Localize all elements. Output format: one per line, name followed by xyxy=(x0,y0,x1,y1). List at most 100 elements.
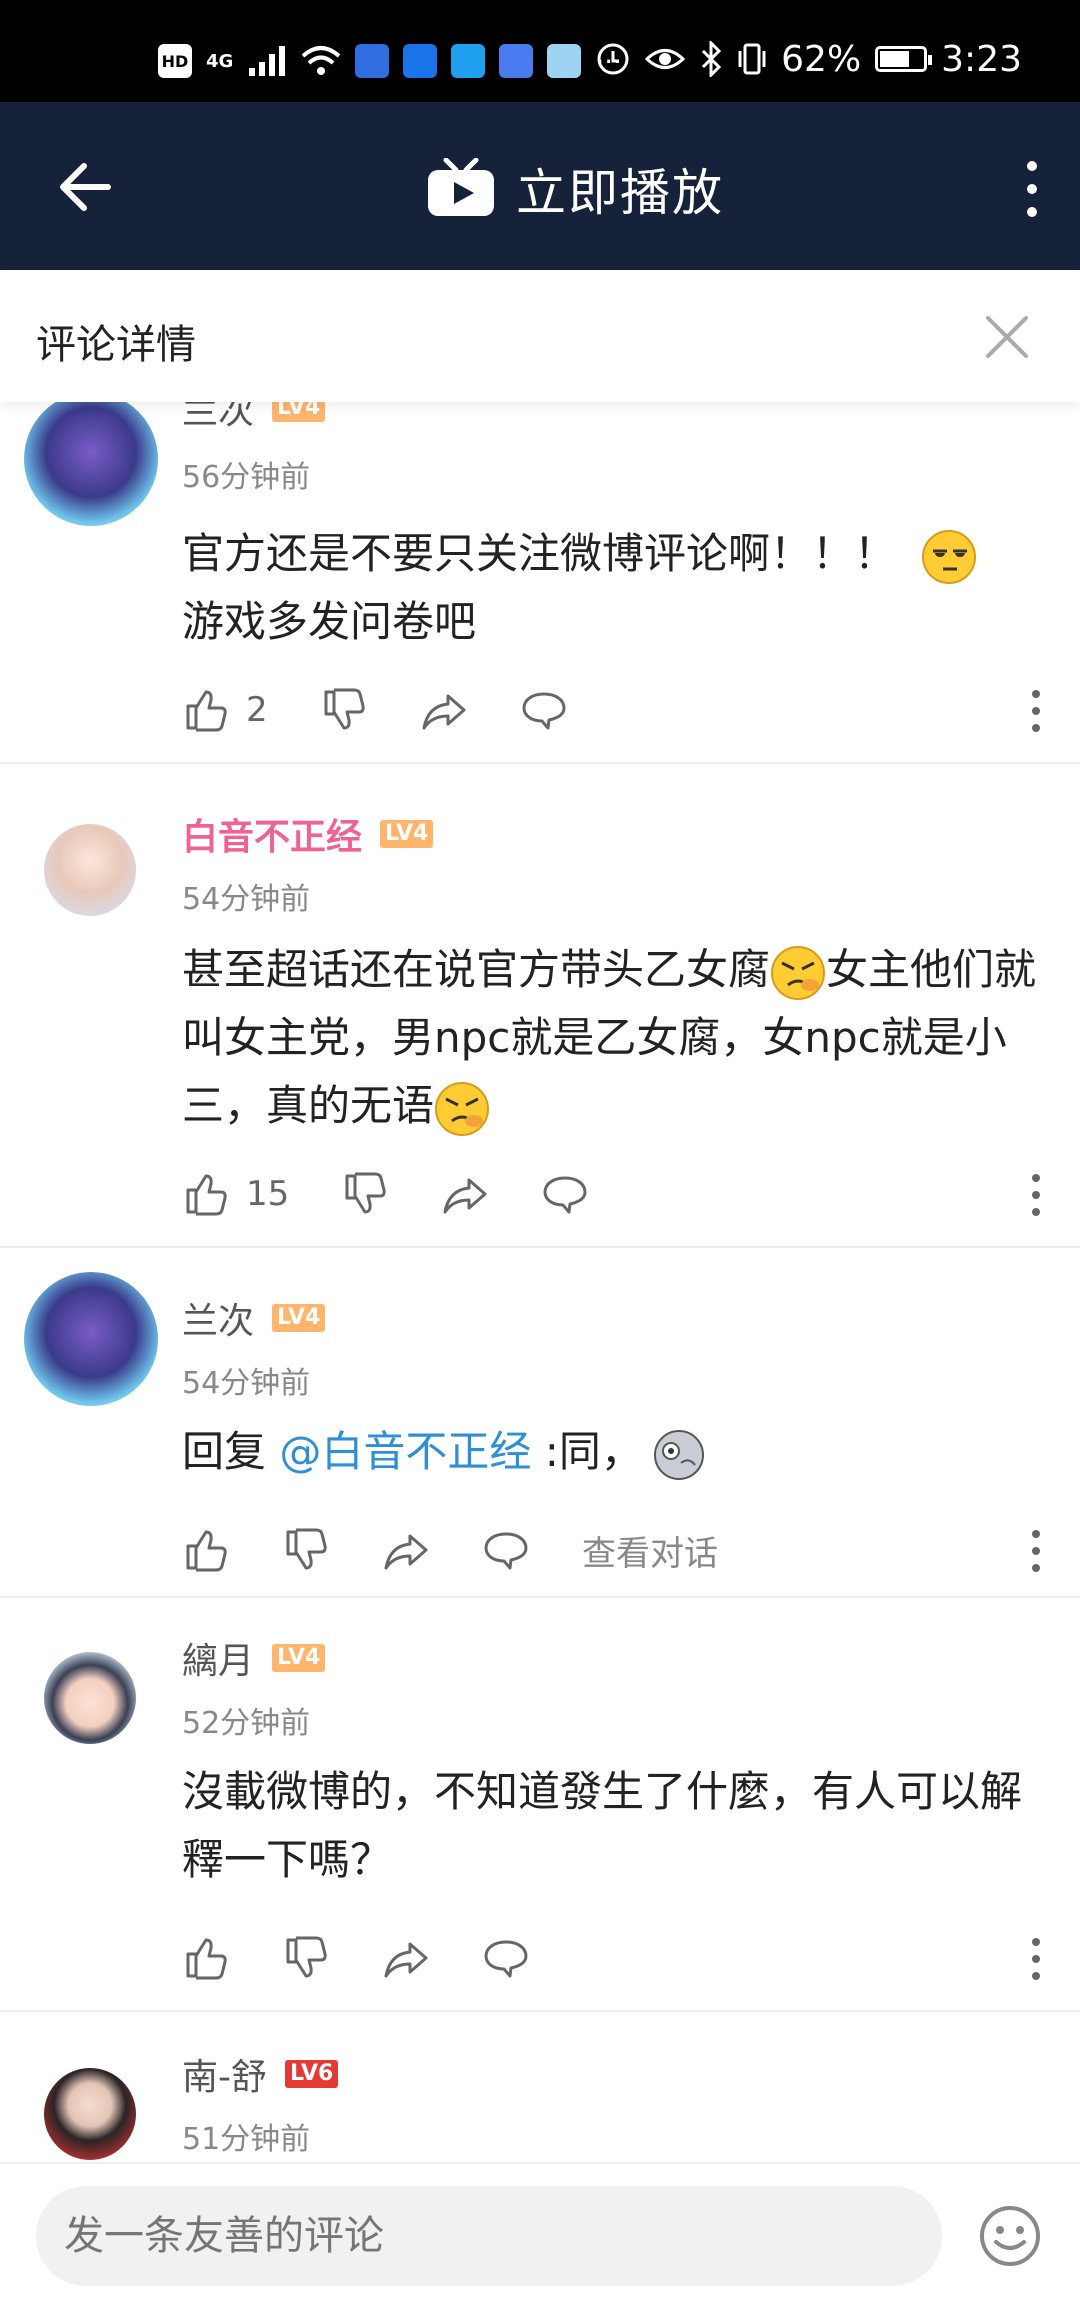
thumb-up-icon xyxy=(186,1938,227,1980)
share-arrow-icon xyxy=(443,1178,487,1214)
more-vertical-icon[interactable] xyxy=(1026,1934,1046,1984)
username[interactable]: 白音不正经 xyxy=(182,808,362,860)
emoji-picker-icon[interactable] xyxy=(978,2204,1042,2268)
eye-comfort-icon xyxy=(645,49,686,69)
more-vertical-icon[interactable] xyxy=(1012,154,1052,224)
nav-title: 立即播放 xyxy=(516,164,724,222)
hd-indicator: HD xyxy=(158,44,192,78)
thumb-up-icon xyxy=(186,1174,227,1216)
username[interactable]: 南-舒 xyxy=(182,2048,267,2100)
level-badge: LV6 xyxy=(285,2060,339,2088)
comment-actions xyxy=(182,1928,1042,1988)
level-badge: LV4 xyxy=(272,1644,326,1672)
comment-detail-header: 评论详情 xyxy=(0,270,1080,402)
more-vertical-icon[interactable] xyxy=(1026,1170,1046,1220)
username[interactable]: 縭月 xyxy=(182,1632,254,1684)
like-count: 15 xyxy=(246,1174,290,1214)
avatar[interactable] xyxy=(24,1272,158,1406)
bluetooth-icon xyxy=(702,41,722,77)
username-row: 兰次 LV4 xyxy=(182,402,326,434)
share-button[interactable] xyxy=(441,1170,489,1218)
dislike-button[interactable] xyxy=(282,1934,330,1982)
like-button[interactable]: 15 xyxy=(182,1170,289,1218)
comment-text: 甚至超话还在说官方带头乙女腐 女主他们就叫女主党，男npc就是乙女腐，女npc就是… xyxy=(182,936,1042,1140)
avatar[interactable] xyxy=(44,2068,136,2160)
angry-emoji-icon xyxy=(771,945,826,1000)
reply-button[interactable] xyxy=(482,1934,530,1982)
chat-bubble-icon xyxy=(522,692,566,730)
unused-13 xyxy=(182,1418,1042,1478)
thumb-up-icon xyxy=(186,1530,227,1572)
username-row: 南-舒 LV6 xyxy=(182,2048,339,2100)
comment-text: 官方还是不要只关注微博评论啊！！！ 游戏多发问卷吧 xyxy=(182,520,1042,656)
more-vertical-icon[interactable] xyxy=(1026,1526,1046,1576)
close-icon[interactable] xyxy=(984,314,1030,360)
more-vertical-icon[interactable] xyxy=(1026,686,1046,736)
back-arrow-icon[interactable] xyxy=(52,152,122,222)
comment-time: 56分钟前 xyxy=(182,460,311,495)
thumb-down-icon xyxy=(286,1528,327,1570)
like-button[interactable] xyxy=(182,1526,230,1574)
shield-app-icon xyxy=(403,44,438,78)
thumb-down-icon xyxy=(345,1172,386,1214)
share-button[interactable] xyxy=(382,1934,430,1982)
thumb-up-icon xyxy=(186,690,227,732)
divider xyxy=(0,1596,1080,1598)
avatar[interactable] xyxy=(44,824,136,916)
like-button[interactable]: 2 xyxy=(182,686,268,734)
divider xyxy=(0,2010,1080,2012)
dislike-button[interactable] xyxy=(320,686,368,734)
vibrate-icon xyxy=(738,43,766,75)
like-count: 2 xyxy=(246,690,268,730)
top-nav-bar: 立即播放 xyxy=(0,102,1080,270)
comment-text: 沒載微博的，不知道發生了什麼，有人可以解釋一下嗎？ xyxy=(182,1767,1023,1884)
reply-button[interactable] xyxy=(520,686,568,734)
comment-time: 54分钟前 xyxy=(182,882,311,917)
chat-bubble-icon xyxy=(484,1940,528,1978)
share-button[interactable] xyxy=(420,686,468,734)
angry-emoji-icon xyxy=(435,1081,490,1136)
dislike-button[interactable] xyxy=(341,1170,389,1218)
dislike-button[interactable] xyxy=(282,1526,330,1574)
signal-icon xyxy=(249,46,286,76)
divider xyxy=(0,762,1080,764)
username[interactable]: 兰次 xyxy=(182,1292,254,1344)
divider xyxy=(0,1246,1080,1248)
comment-list[interactable]: 兰次 LV4 56分钟前 官方还是不要只关注微博评论啊！！！ 游戏多发问卷吧 2 xyxy=(0,402,1080,2162)
avatar[interactable] xyxy=(44,1652,136,1744)
comment-time: 52分钟前 xyxy=(182,1706,311,1741)
chat-bubble-icon xyxy=(543,1176,587,1214)
status-bar: HD 4G ··· 62% 3:23 xyxy=(0,0,1080,102)
comment-time: 51分钟前 xyxy=(182,2122,311,2157)
chat-app-icon xyxy=(547,44,582,78)
thumb-down-icon xyxy=(286,1936,327,1978)
thumb-down-icon xyxy=(324,688,365,730)
smirk-emoji-icon xyxy=(922,529,977,584)
battery-percent: 62% xyxy=(781,38,862,80)
music-app-icon xyxy=(499,44,534,78)
like-button[interactable] xyxy=(182,1934,230,1982)
username-row: 白音不正经 LV4 xyxy=(182,808,434,860)
share-arrow-icon xyxy=(384,1942,428,1978)
comment-actions: 查看对话 xyxy=(182,1520,1042,1580)
avatar[interactable] xyxy=(24,402,158,526)
level-badge: LV4 xyxy=(272,402,326,422)
status-right-icons: 62% 3:23 xyxy=(595,32,1022,86)
level-badge: LV4 xyxy=(380,820,434,848)
view-conversation-link[interactable]: 查看对话 xyxy=(582,1526,718,1575)
reply-button[interactable] xyxy=(482,1526,530,1574)
username-row: 縭月 LV4 xyxy=(182,1632,326,1684)
status-left-icons: HD 4G ··· xyxy=(158,36,622,86)
data-saver-icon xyxy=(597,43,629,75)
bulb-app-icon xyxy=(451,44,486,78)
username-row: 兰次 LV4 xyxy=(182,1292,326,1344)
comment-time: 54分钟前 xyxy=(182,1366,311,1401)
play-now-button[interactable]: 立即播放 xyxy=(426,144,724,234)
comment-input-bar xyxy=(0,2162,1080,2312)
comment-input[interactable] xyxy=(36,2186,942,2286)
share-arrow-icon xyxy=(422,694,466,730)
reply-button[interactable] xyxy=(541,1170,589,1218)
username[interactable]: 兰次 xyxy=(182,402,254,434)
share-button[interactable] xyxy=(382,1526,430,1574)
detail-title: 评论详情 xyxy=(36,322,196,368)
